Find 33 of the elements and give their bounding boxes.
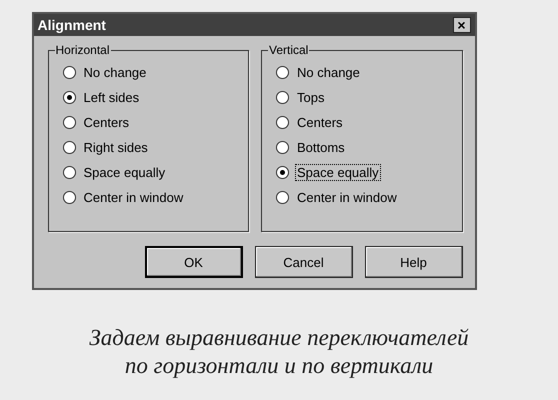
group-title: Vertical (268, 43, 310, 57)
caption-text: по горизонтали и по вертикали (124, 352, 434, 380)
radio-button[interactable] (62, 66, 76, 78)
dialog-button[interactable]: OK (144, 246, 242, 278)
radio-button[interactable] (276, 66, 289, 78)
radio-button[interactable] (276, 90, 289, 104)
radio-button[interactable] (276, 166, 289, 178)
radio-label[interactable]: Space equally (82, 164, 168, 180)
radio-label[interactable]: Right sides (82, 138, 150, 156)
dialog-button[interactable]: Cancel (254, 246, 352, 278)
radio-button[interactable] (62, 166, 76, 178)
radio-label[interactable]: Center in window (82, 188, 186, 206)
close-button[interactable]: × (452, 17, 470, 33)
radio-button[interactable] (62, 116, 76, 128)
dialog-button[interactable]: Help (364, 246, 462, 278)
radio-label[interactable]: Centers (82, 114, 132, 130)
radio-button[interactable] (62, 190, 76, 204)
window-title: Alignment (38, 17, 106, 33)
radio-label[interactable]: Bottoms (295, 138, 347, 156)
radio-button[interactable] (276, 116, 289, 128)
radio-label[interactable]: Centers (295, 114, 345, 130)
radio-button[interactable] (62, 140, 76, 154)
caption-text: Задаем выравнивание переключателей (89, 324, 469, 352)
radio-button[interactable] (276, 190, 289, 204)
radio-label[interactable]: Tops (295, 88, 326, 106)
radio-label[interactable]: No change (82, 64, 148, 80)
radio-button[interactable] (276, 140, 289, 154)
radio-label[interactable]: Left sides (82, 88, 142, 106)
group-title: Horizontal (54, 43, 111, 57)
radio-label[interactable]: Space equally (295, 164, 381, 180)
radio-button[interactable] (62, 90, 76, 104)
radio-label[interactable]: Center in window (295, 188, 399, 206)
radio-label[interactable]: No change (295, 64, 362, 80)
